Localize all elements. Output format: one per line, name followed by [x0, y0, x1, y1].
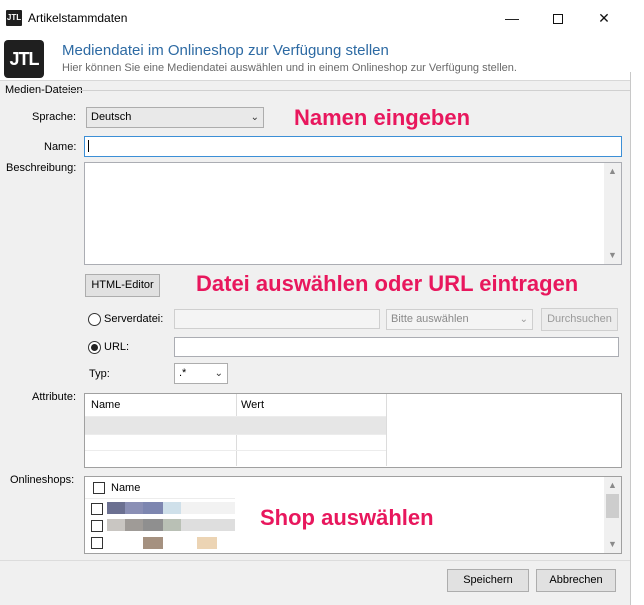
- dialog-subtitle: Hier können Sie eine Mediendatei auswähl…: [62, 62, 517, 74]
- close-button[interactable]: ✕: [581, 0, 627, 36]
- attributes-column-name: Name: [91, 399, 121, 411]
- scroll-down-icon[interactable]: ▼: [604, 536, 621, 553]
- redacted-shop-name: [125, 519, 143, 531]
- maximize-icon: [553, 14, 563, 25]
- name-input[interactable]: [84, 136, 622, 157]
- select-all-checkbox[interactable]: [93, 482, 105, 494]
- window-title: Artikelstammdaten: [28, 11, 128, 25]
- dialog-footer: Speichern Abbrechen: [0, 560, 630, 605]
- media-files-panel: Medien-Dateien Sprache: Deutsch ⌄ Name: …: [0, 80, 630, 560]
- annotation-name-hint: Namen eingeben: [294, 105, 471, 130]
- redacted-shop-name: [107, 502, 125, 514]
- url-label: URL:: [104, 341, 130, 353]
- redacted-shop-name: [125, 502, 143, 514]
- browse-button[interactable]: Durchsuchen: [541, 308, 618, 331]
- save-button[interactable]: Speichern: [447, 569, 529, 592]
- title-bar: JTL Artikelstammdaten — ✕: [0, 0, 630, 36]
- type-select-value: .*: [179, 367, 187, 379]
- attributes-grid[interactable]: Name Wert: [84, 393, 622, 468]
- dialog-title: Mediendatei im Onlineshop zur Verfügung …: [62, 42, 389, 59]
- row-divider: [85, 416, 386, 417]
- serverfile-radio[interactable]: [88, 313, 101, 326]
- background-window: [630, 72, 644, 605]
- scroll-down-icon[interactable]: ▼: [604, 247, 621, 264]
- scroll-up-icon[interactable]: ▲: [604, 477, 621, 494]
- scroll-up-icon[interactable]: ▲: [604, 163, 621, 180]
- attributes-column-value: Wert: [241, 399, 265, 411]
- chevron-down-icon: ⌄: [250, 112, 259, 123]
- type-label: Typ:: [89, 368, 110, 380]
- html-editor-button[interactable]: HTML-Editor: [85, 274, 160, 297]
- onlineshops-scrollbar[interactable]: ▲ ▼: [604, 477, 621, 553]
- language-select[interactable]: Deutsch ⌄: [86, 107, 264, 128]
- annotation-shop-hint: Shop auswählen: [260, 505, 434, 530]
- serverfile-select-value: Bitte auswählen: [391, 313, 469, 325]
- language-select-value: Deutsch: [91, 111, 132, 123]
- row-divider: [85, 450, 386, 451]
- dialog-header: JTL Mediendatei im Onlineshop zur Verfüg…: [0, 36, 630, 80]
- name-label: Name:: [44, 141, 77, 153]
- url-input[interactable]: [174, 337, 619, 357]
- description-scrollbar[interactable]: ▲ ▼: [604, 163, 621, 264]
- serverfile-select[interactable]: Bitte auswählen ⌄: [386, 309, 533, 330]
- table-row-selected[interactable]: [85, 416, 386, 434]
- redacted-shop-name: [197, 537, 217, 549]
- serverfile-label: Serverdatei:: [104, 313, 164, 325]
- redacted-shop-name: [143, 537, 163, 549]
- scroll-thumb[interactable]: [606, 494, 619, 518]
- text-caret: [88, 140, 89, 152]
- shop-checkbox[interactable]: [91, 503, 103, 515]
- jtl-app-icon: JTL: [6, 10, 22, 26]
- redacted-shop-name: [107, 519, 125, 531]
- chevron-down-icon: ⌄: [214, 368, 223, 379]
- jtl-logo: JTL: [4, 40, 44, 78]
- redacted-shop-name: [143, 519, 163, 531]
- redacted-shop-name: [181, 519, 235, 531]
- type-select[interactable]: .* ⌄: [174, 363, 228, 384]
- row-divider: [85, 498, 235, 499]
- group-divider: [62, 90, 630, 91]
- minimize-button[interactable]: —: [489, 0, 535, 36]
- language-label: Sprache:: [32, 111, 77, 123]
- shop-checkbox[interactable]: [91, 520, 103, 532]
- redacted-shop-name: [181, 502, 235, 514]
- row-divider: [85, 434, 386, 435]
- url-radio[interactable]: [88, 341, 101, 354]
- chevron-down-icon: ⌄: [519, 314, 528, 325]
- maximize-button[interactable]: [535, 0, 581, 36]
- attributes-label: Attribute:: [32, 391, 77, 403]
- onlineshops-column-name: Name: [111, 482, 141, 494]
- description-label: Beschreibung:: [6, 162, 77, 174]
- redacted-shop-name: [163, 502, 181, 514]
- onlineshops-label: Onlineshops:: [10, 474, 75, 486]
- redacted-shop-name: [163, 519, 181, 531]
- annotation-file-hint: Datei auswählen oder URL eintragen: [196, 271, 579, 296]
- serverfile-input[interactable]: [174, 309, 380, 329]
- description-textarea[interactable]: ▲ ▼: [84, 162, 622, 265]
- cancel-button[interactable]: Abbrechen: [536, 569, 616, 592]
- shop-checkbox[interactable]: [91, 537, 103, 549]
- redacted-shop-name: [143, 502, 163, 514]
- column-divider: [386, 394, 387, 466]
